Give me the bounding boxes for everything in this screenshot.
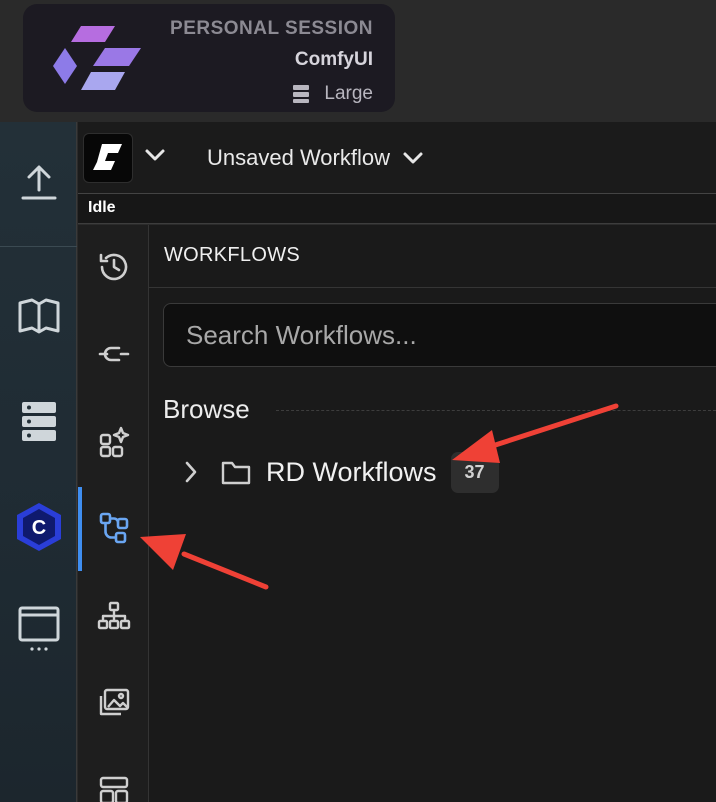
model-library-icon [99, 426, 129, 458]
app-header: Unsaved Workflow [78, 122, 716, 194]
node-map-icon [97, 601, 130, 630]
model-library-tab[interactable] [78, 425, 149, 459]
queue-status: Idle [88, 199, 116, 216]
server-stack-icon [21, 402, 56, 441]
templates-icon [99, 776, 128, 802]
book-icon [18, 298, 59, 334]
workflow-title: Unsaved Workflow [207, 145, 390, 170]
workflow-title-menu[interactable]: Unsaved Workflow [207, 145, 424, 171]
workflows-icon [99, 512, 128, 544]
servers-button[interactable] [0, 401, 77, 443]
templates-tab[interactable] [78, 775, 149, 802]
comfy-app-button[interactable]: C [0, 502, 77, 552]
panel-title: WORKFLOWS [164, 244, 301, 266]
chevron-down-icon [403, 152, 423, 164]
svg-text:C: C [31, 517, 45, 539]
folder-label: RD Workflows [266, 456, 437, 487]
images-tab[interactable] [78, 687, 149, 719]
workflows-panel: WORKFLOWS Browse RD Workflows 37 [149, 225, 716, 802]
chevron-down-icon[interactable] [144, 148, 166, 162]
session-kicker: PERSONAL SESSION [170, 18, 373, 39]
search-box [163, 303, 716, 367]
folder-icon [221, 461, 251, 485]
browse-heading: Browse [163, 394, 250, 424]
session-size-label: Large [324, 83, 373, 104]
session-card[interactable]: PERSONAL SESSION ComfyUI Large [23, 4, 395, 112]
status-bar: Idle [78, 194, 716, 224]
session-size: Large [292, 83, 373, 105]
upload-icon [21, 165, 56, 200]
folder-count-badge: 37 [450, 451, 499, 493]
node-library-tab[interactable] [78, 339, 149, 369]
history-icon [99, 253, 127, 281]
comfy-logo-icon [93, 144, 122, 170]
server-icon [293, 85, 310, 103]
monitor-icon [18, 606, 59, 651]
history-tab[interactable] [78, 250, 149, 284]
session-logo-icon [53, 26, 141, 90]
docs-button[interactable] [0, 298, 77, 334]
panel-divider [149, 287, 716, 288]
browse-divider [276, 410, 716, 411]
node-library-icon [98, 346, 129, 362]
comfy-hex-logo-icon: C [16, 503, 61, 551]
upload-button[interactable] [0, 162, 77, 202]
search-input[interactable] [164, 304, 716, 366]
node-map-tab[interactable] [78, 601, 149, 631]
session-name: ComfyUI [294, 49, 373, 70]
display-button[interactable] [0, 604, 77, 654]
images-icon [99, 688, 129, 716]
rail-divider [0, 246, 77, 247]
chevron-right-icon [185, 461, 197, 483]
workflows-tab[interactable] [78, 511, 149, 545]
comfy-logo-button[interactable] [83, 133, 133, 183]
expand-toggle[interactable] [179, 460, 203, 484]
tree-folder-item[interactable]: RD Workflows 37 [179, 450, 499, 494]
inner-sidebar [78, 225, 149, 802]
session-header: PERSONAL SESSION ComfyUI Large [0, 0, 716, 122]
outer-sidebar: C [0, 122, 77, 802]
